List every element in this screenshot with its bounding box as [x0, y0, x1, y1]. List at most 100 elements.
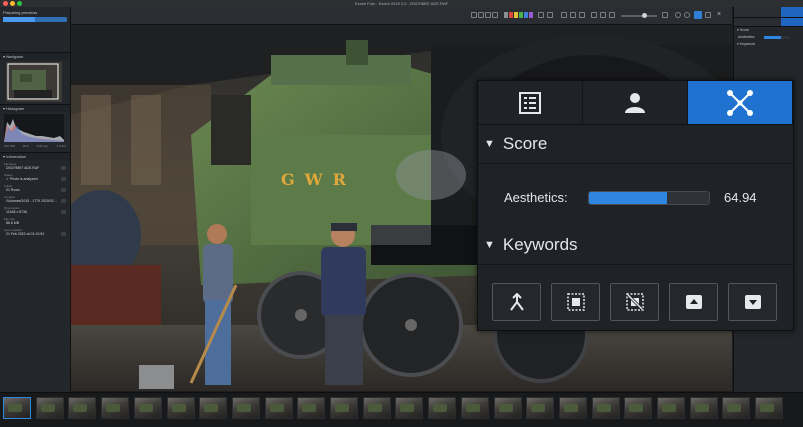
- chevron-down-icon: ▾: [737, 28, 739, 32]
- split-view-icon[interactable]: [705, 12, 711, 18]
- merge-keywords-icon: [509, 293, 524, 311]
- color-label-yellow[interactable]: [514, 12, 518, 18]
- flag-icon[interactable]: [538, 12, 544, 18]
- keywords-title: Keywords: [739, 42, 756, 46]
- actual-size-icon[interactable]: [609, 12, 615, 18]
- rotate-right-icon[interactable]: [684, 12, 690, 18]
- rating-star-icon[interactable]: [471, 12, 477, 18]
- histogram: [4, 114, 64, 142]
- filmstrip-thumbnail[interactable]: [428, 397, 457, 419]
- chevron-down-icon: ▾: [3, 154, 6, 159]
- main-toolbar: ×: [71, 7, 732, 25]
- color-label-green[interactable]: [519, 12, 523, 18]
- filmstrip-thumbnail[interactable]: [68, 397, 97, 419]
- left-panel: Preparing previews ▾ Navigator ▾ Histogr…: [0, 7, 71, 392]
- keywords-section-header[interactable]: ▾ Keywords: [734, 41, 803, 48]
- color-label-purple[interactable]: [529, 12, 533, 18]
- rotate-left-icon[interactable]: [675, 12, 681, 18]
- navigator-thumbnail[interactable]: [6, 62, 62, 102]
- color-label-none[interactable]: [504, 12, 508, 18]
- edit-icon[interactable]: [61, 166, 66, 170]
- info-value-folder: 01 Rows: [0, 188, 70, 193]
- info-text: 11648 x 8736: [6, 210, 27, 214]
- filmstrip-thumbnail[interactable]: [297, 397, 326, 419]
- color-label-red[interactable]: [509, 12, 513, 18]
- filmstrip-thumbnail[interactable]: [722, 397, 751, 419]
- window-title: Excire Foto - Excire 2019 2.0 - DSCF8897…: [354, 1, 449, 6]
- tab-network[interactable]: [780, 7, 803, 17]
- filmstrip-thumbnail[interactable]: [3, 397, 31, 419]
- score-section-header[interactable]: ▾ Score: [734, 27, 803, 34]
- fit-icon[interactable]: [591, 12, 597, 18]
- filmstrip-thumbnail[interactable]: [362, 397, 391, 419]
- histogram-title: Histogram: [6, 106, 25, 111]
- filmstrip-thumbnail[interactable]: [689, 397, 718, 419]
- filmstrip-thumbnail[interactable]: [657, 397, 685, 419]
- color-label-blue[interactable]: [524, 12, 528, 18]
- filmstrip-thumbnail[interactable]: [460, 397, 489, 419]
- filmstrip-thumbnail[interactable]: [558, 397, 587, 419]
- filmstrip-thumbnail[interactable]: [101, 397, 130, 419]
- select-all-icon: [566, 293, 585, 311]
- filmstrip[interactable]: [0, 392, 803, 427]
- copy-icon[interactable]: [61, 210, 66, 214]
- reject-icon[interactable]: [547, 12, 553, 18]
- keywords-header[interactable]: ▼ Keywords: [478, 226, 793, 265]
- histogram-axis: ISO 400 f/5.6 0.05 sec -1.5 EV: [4, 144, 66, 148]
- select-all-button[interactable]: [551, 283, 600, 321]
- tab-list[interactable]: [734, 7, 758, 17]
- aperture-readout: f/5.6: [22, 144, 29, 148]
- filmstrip-thumbnail[interactable]: [526, 397, 555, 419]
- rating-star-icon[interactable]: [478, 12, 484, 18]
- tab-person[interactable]: [757, 7, 781, 17]
- navigator-photo: [6, 62, 62, 102]
- loupe-view-icon[interactable]: [579, 12, 585, 18]
- filmstrip-thumbnail[interactable]: [624, 397, 653, 419]
- import-keywords-button[interactable]: [669, 283, 718, 321]
- tab-person-small[interactable]: [757, 18, 781, 26]
- keywords-heading: Keywords: [502, 235, 578, 254]
- compare-view-icon[interactable]: [570, 12, 576, 18]
- tab-network-small[interactable]: [780, 18, 803, 26]
- filmstrip-thumbnail[interactable]: [591, 397, 620, 419]
- histogram-header[interactable]: ▾ Histogram: [0, 104, 70, 112]
- merge-keywords-button[interactable]: [492, 283, 541, 321]
- tab-info[interactable]: [478, 81, 583, 124]
- reveal-icon[interactable]: [61, 199, 66, 203]
- score-header[interactable]: ▼ Score: [478, 125, 793, 164]
- tab-info-small[interactable]: [734, 18, 758, 26]
- filmstrip-thumbnail[interactable]: [231, 397, 260, 419]
- filmstrip-thumbnail[interactable]: [493, 397, 522, 419]
- zoom-slider[interactable]: [621, 15, 657, 17]
- single-view-button[interactable]: [694, 11, 702, 19]
- filmstrip-thumbnail[interactable]: [166, 397, 195, 419]
- filmstrip-thumbnail[interactable]: [199, 397, 228, 419]
- filmstrip-thumbnail[interactable]: [755, 397, 784, 419]
- filmstrip-thumbnail[interactable]: [133, 397, 162, 419]
- navigator-header[interactable]: ▾ Navigator: [0, 52, 70, 60]
- copy-icon[interactable]: [61, 232, 66, 236]
- tab-analysis[interactable]: [688, 81, 793, 124]
- zoom-in-icon[interactable]: [662, 12, 668, 18]
- filmstrip-thumbnail[interactable]: [330, 397, 358, 419]
- download-icon: [744, 295, 761, 309]
- progress-row: Preparing previews: [0, 7, 70, 17]
- edit-icon[interactable]: [61, 177, 66, 181]
- deselect-button[interactable]: [610, 283, 659, 321]
- rating-star-icon[interactable]: [492, 12, 498, 18]
- rating-star-icon[interactable]: [485, 12, 491, 18]
- fill-icon[interactable]: [600, 12, 606, 18]
- aesthetics-value: 64.94: [724, 190, 757, 205]
- navigator-title: Navigator: [6, 54, 24, 59]
- reveal-icon[interactable]: [61, 188, 66, 192]
- filmstrip-thumbnail[interactable]: [264, 397, 293, 419]
- information-header[interactable]: ▾ Information: [0, 152, 70, 160]
- export-keywords-button[interactable]: [728, 283, 777, 321]
- grid-view-icon[interactable]: [561, 12, 567, 18]
- filmstrip-thumbnail[interactable]: [395, 397, 424, 419]
- info-value-filename: DSCF8897 ADE.RAF: [0, 166, 70, 171]
- zoom-slider-handle[interactable]: [642, 13, 647, 18]
- tab-people[interactable]: [583, 81, 688, 124]
- close-view-icon[interactable]: ×: [717, 11, 723, 18]
- filmstrip-thumbnail[interactable]: [35, 397, 64, 419]
